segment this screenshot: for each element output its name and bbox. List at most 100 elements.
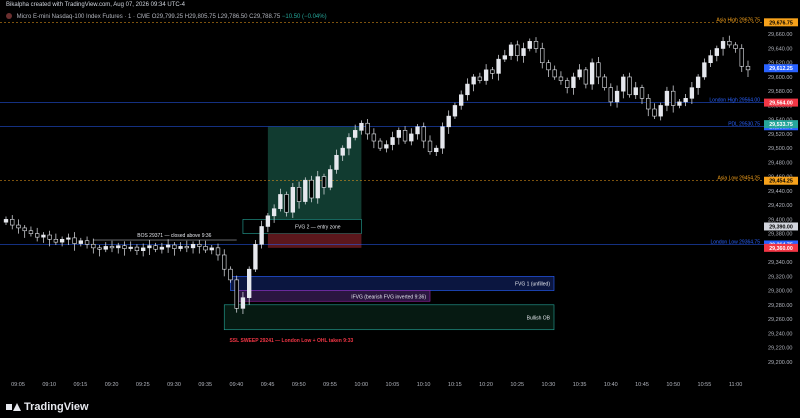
price-tick-label: 29,220.00 — [768, 346, 792, 352]
candle-up — [440, 126, 445, 149]
candle-up — [589, 62, 595, 85]
price-tick-label: 29,400.00 — [768, 217, 792, 223]
candle-up — [390, 137, 395, 145]
price-tick-label: 29,420.00 — [768, 203, 792, 209]
time-tick-label: 10:50 — [666, 382, 680, 388]
price-tick-label: 29,440.00 — [768, 189, 792, 195]
candle-down — [153, 245, 158, 250]
candle-up — [702, 62, 707, 78]
candle-up — [714, 48, 719, 56]
candle-up — [3, 219, 9, 223]
annotation-ifvg: IFVG (bearish FVG inverted 9:36) — [351, 294, 426, 300]
price-tick-label: 29,600.00 — [768, 75, 792, 81]
candle-up — [247, 268, 252, 298]
candle-down — [371, 133, 377, 142]
price-tick-label: 29,380.00 — [768, 232, 792, 238]
candle-down — [490, 69, 495, 74]
candle-down — [739, 48, 744, 67]
price-tick-label: 29,260.00 — [768, 317, 792, 323]
candle-down — [91, 243, 96, 249]
candle-up — [346, 137, 352, 149]
price-tick-label: 29,660.00 — [768, 32, 792, 38]
candle-down — [583, 69, 589, 85]
candle-up — [116, 245, 121, 249]
time-tick-label: 09:20 — [105, 382, 119, 388]
candle-up — [452, 105, 458, 117]
price-tick-label: 29,340.00 — [768, 260, 792, 266]
candle-down — [97, 247, 102, 250]
candle-down — [546, 62, 551, 71]
time-tick-label: 09:25 — [136, 382, 150, 388]
price-level-label: London High 29564.00 — [709, 98, 760, 104]
time-tick-label: 09:40 — [230, 382, 244, 388]
price-tag-text: 29,360.00 — [769, 246, 793, 252]
candle-down — [533, 41, 539, 49]
price-chart[interactable]: 29,200.00 29,220.00 29,240.00 29,260.00 29,2… — [0, 0, 800, 418]
price-tick-label: 29,580.00 — [768, 89, 792, 95]
candle-up — [633, 87, 638, 96]
time-tick-label: 10:45 — [635, 382, 649, 388]
candle-down — [602, 76, 607, 88]
candle-up — [190, 243, 196, 249]
candle-down — [234, 279, 239, 309]
time-tick-label: 09:50 — [292, 382, 306, 388]
candle-down — [72, 237, 77, 244]
candle-down — [733, 44, 738, 49]
candle-down — [309, 179, 314, 199]
candle-up — [459, 94, 464, 106]
time-tick-label: 10:15 — [448, 382, 462, 388]
candle-up — [483, 69, 489, 81]
candle-down — [222, 254, 227, 270]
candle-up — [384, 144, 389, 149]
price-tick-label: 29,200.00 — [768, 360, 792, 366]
candle-up — [571, 76, 576, 88]
time-tick-label: 09:55 — [323, 382, 337, 388]
candle-down — [652, 108, 657, 117]
candle-down — [646, 98, 651, 110]
time-tick-label: 10:10 — [417, 382, 431, 388]
candle-down — [53, 238, 59, 243]
candle-up — [271, 208, 277, 217]
time-tick-label: 10:40 — [604, 382, 618, 388]
price-tick-label: 29,320.00 — [768, 274, 792, 280]
price-tick-label: 29,520.00 — [768, 132, 792, 138]
candle-down — [47, 234, 52, 240]
annotation-fvg1: FVG 1 (unfilled) — [515, 281, 550, 287]
candle-down — [84, 240, 90, 245]
annotation-fvg2: FVG 2 — entry zone — [295, 224, 341, 230]
time-tick-label: 09:10 — [42, 382, 56, 388]
candle-up — [240, 297, 246, 309]
time-tick-label: 10:25 — [510, 382, 524, 388]
candle-up — [141, 247, 146, 251]
candle-down — [215, 247, 221, 256]
price-tag-text: 29,533.75 — [769, 122, 793, 128]
price-level-tag-text: 29,564.00 — [769, 101, 793, 107]
candle-down — [671, 90, 676, 106]
candle-up — [315, 176, 320, 199]
candle-down — [558, 76, 564, 81]
candle-up — [689, 87, 695, 99]
candle-down — [109, 246, 115, 249]
candle-down — [596, 62, 601, 78]
candle-down — [16, 224, 21, 229]
candle-down — [540, 48, 545, 64]
candle-up — [664, 90, 670, 106]
candle-up — [409, 133, 414, 142]
candle-up — [621, 76, 626, 92]
price-tick-label: 29,300.00 — [768, 289, 792, 295]
candle-down — [565, 80, 570, 88]
candle-up — [165, 244, 171, 248]
candle-up — [41, 234, 46, 238]
annotation-ob: Bullish OB — [527, 316, 551, 322]
time-tick-label: 10:20 — [479, 382, 493, 388]
candle-up — [614, 90, 620, 103]
candle-up — [253, 243, 258, 270]
time-tick-label: 10:00 — [354, 382, 368, 388]
candle-down — [35, 233, 40, 238]
time-tick-label: 09:35 — [198, 382, 212, 388]
candle-up — [259, 226, 264, 245]
time-tick-label: 10:05 — [386, 382, 400, 388]
time-tick-label: 09:45 — [261, 382, 275, 388]
candle-up — [340, 147, 345, 156]
tradingview-logo-icon — [6, 403, 21, 411]
